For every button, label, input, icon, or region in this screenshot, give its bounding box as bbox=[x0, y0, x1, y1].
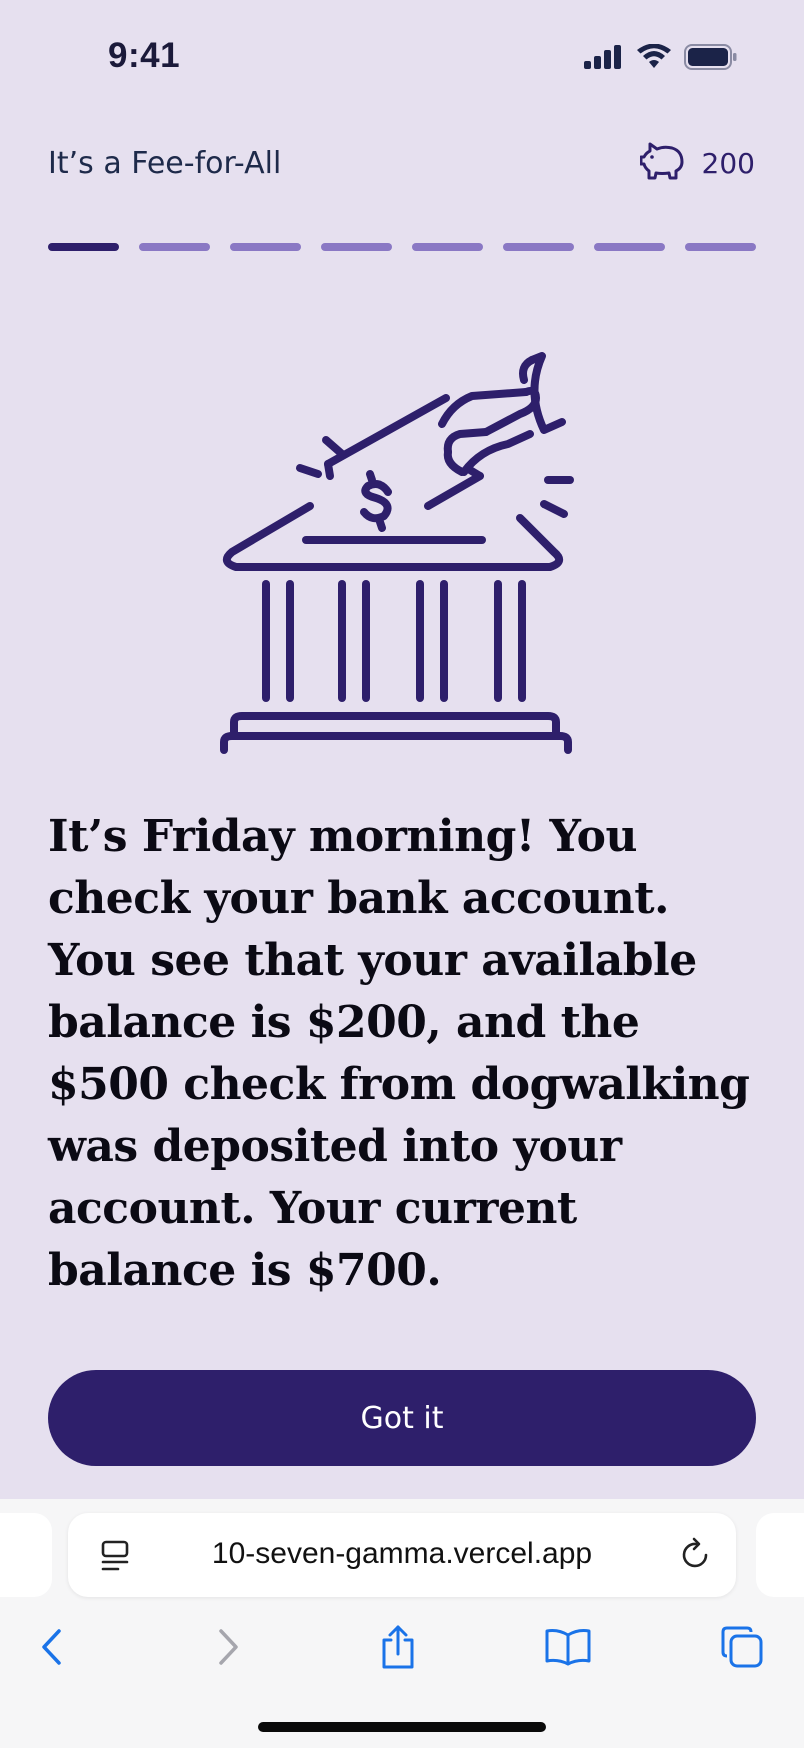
wifi-icon bbox=[636, 43, 672, 75]
progress-step bbox=[321, 243, 392, 251]
progress-step bbox=[594, 243, 665, 251]
next-tab-peek[interactable] bbox=[756, 1513, 804, 1597]
status-time: 9:41 bbox=[108, 36, 181, 75]
points-value: 200 bbox=[701, 147, 755, 180]
url-text[interactable]: 10-seven-gamma.vercel.app bbox=[68, 1537, 736, 1571]
address-bar[interactable]: 10-seven-gamma.vercel.app bbox=[68, 1513, 736, 1597]
progress-step bbox=[412, 243, 483, 251]
browser-chrome: 10-seven-gamma.vercel.app bbox=[0, 1499, 804, 1748]
tabs-icon[interactable] bbox=[712, 1619, 772, 1675]
scenario-text: It’s Friday morning! You check your bank… bbox=[48, 811, 750, 1296]
home-indicator bbox=[258, 1722, 546, 1732]
progress-step bbox=[48, 243, 119, 251]
status-icons bbox=[584, 43, 738, 75]
progress-step bbox=[230, 243, 301, 251]
progress-step bbox=[503, 243, 574, 251]
got-it-button[interactable]: Got it bbox=[48, 1370, 756, 1466]
forward-icon[interactable] bbox=[198, 1619, 258, 1675]
piggy-bank-icon bbox=[639, 142, 686, 185]
signal-icon bbox=[584, 45, 624, 74]
battery-icon bbox=[684, 44, 738, 75]
bookmarks-icon[interactable] bbox=[538, 1619, 598, 1675]
points-display: 200 bbox=[639, 142, 755, 185]
page-title: It’s a Fee-for-All bbox=[48, 146, 282, 181]
progress-step bbox=[139, 243, 210, 251]
browser-toolbar bbox=[0, 1619, 804, 1679]
back-icon[interactable] bbox=[22, 1619, 82, 1675]
app-screen: 9:41 It’s a Fee-for-All 200 It’s Friday … bbox=[0, 0, 804, 1748]
share-icon[interactable] bbox=[368, 1619, 428, 1675]
reload-icon[interactable] bbox=[680, 1537, 712, 1578]
previous-tab-peek[interactable] bbox=[0, 1513, 52, 1597]
progress-step bbox=[685, 243, 756, 251]
progress-bar bbox=[48, 243, 756, 251]
bank-deposit-icon bbox=[210, 352, 590, 762]
